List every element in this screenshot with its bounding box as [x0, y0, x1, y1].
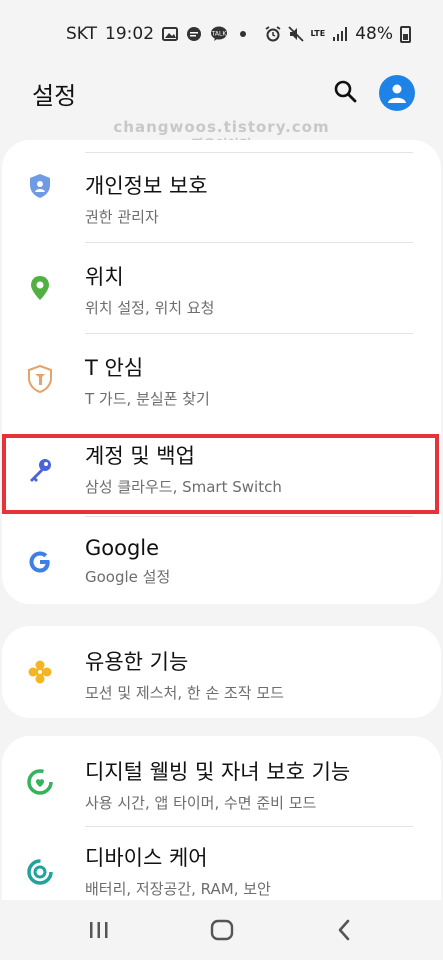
settings-item-accounts-backup[interactable]: 계정 및 백업 삼성 클라우드, Smart Switch	[2, 424, 441, 516]
google-icon	[26, 548, 54, 576]
more-notifications-icon	[240, 31, 247, 37]
divider	[85, 516, 413, 517]
item-label: 위치	[85, 265, 124, 289]
item-subtitle: 사용 시간, 앱 타이머, 수면 준비 모드	[85, 794, 317, 812]
settings-item-digital-wellbeing[interactable]: 디지털 웰빙 및 자녀 보호 기능 사용 시간, 앱 타이머, 수면 준비 모드	[2, 736, 441, 828]
t-guard-shield-icon	[26, 365, 54, 393]
item-label: Google	[85, 536, 160, 560]
privacy-shield-icon	[26, 172, 54, 200]
carrier-label: SKT	[66, 24, 98, 44]
recent-apps-button[interactable]	[88, 920, 110, 940]
device-care-icon	[26, 858, 54, 886]
svg-text:TALK: TALK	[211, 31, 228, 38]
gallery-notification-icon	[162, 26, 179, 42]
network-type-label: LTE	[310, 29, 326, 38]
back-button[interactable]	[336, 919, 352, 941]
mute-icon	[287, 26, 304, 42]
item-subtitle: Google 설정	[85, 568, 171, 586]
item-label: 계정 및 백업	[85, 444, 195, 468]
app-header: 설정	[0, 68, 443, 118]
battery-percent: 48%	[355, 24, 393, 44]
settings-item-t-safety[interactable]: T 안심 T 가드, 분실폰 찾기	[2, 333, 441, 425]
navigation-bar	[0, 900, 443, 960]
item-subtitle: 권한 관리자	[85, 208, 159, 226]
settings-item-advanced-features[interactable]: 유용한 기능 모션 및 제스처, 한 손 조작 모드	[2, 626, 441, 718]
item-label: 디바이스 케어	[85, 846, 208, 870]
signal-icon	[332, 26, 348, 42]
chat-notification-icon	[186, 26, 202, 42]
key-icon	[26, 456, 54, 484]
settings-item-privacy[interactable]: 개인정보 보호 권한 관리자	[2, 140, 441, 232]
location-pin-icon	[26, 274, 54, 302]
battery-icon	[400, 25, 411, 43]
puzzle-flower-icon	[26, 658, 54, 686]
settings-item-google[interactable]: Google Google 설정	[2, 516, 441, 604]
item-label: 디지털 웰빙 및 자녀 보호 기능	[85, 760, 351, 784]
home-button[interactable]	[210, 919, 234, 941]
settings-item-location[interactable]: 위치 위치 설정, 위치 요청	[2, 242, 441, 334]
item-label: 유용한 기능	[85, 650, 189, 674]
wellbeing-icon	[26, 768, 54, 796]
status-bar: SKT 19:02 TALK LTE 48%	[0, 0, 443, 68]
settings-group-1: 개인정보 보호 권한 관리자 위치 위치 설정, 위치 요청 T 안심 T 가드…	[2, 140, 441, 604]
item-subtitle: T 가드, 분실폰 찾기	[85, 390, 210, 408]
alarm-icon	[265, 26, 281, 42]
item-label: T 안심	[85, 356, 144, 380]
item-label: 개인정보 보호	[85, 174, 208, 198]
page-title: 설정	[32, 81, 77, 110]
account-avatar[interactable]	[379, 75, 415, 111]
clock: 19:02	[105, 24, 155, 44]
item-subtitle: 배터리, 저장공간, RAM, 보안	[85, 880, 271, 898]
watermark-url: changwoos.tistory.com	[113, 118, 330, 136]
talk-notification-icon: TALK	[210, 26, 228, 42]
item-subtitle: 위치 설정, 위치 요청	[85, 299, 215, 317]
item-subtitle: 모션 및 제스처, 한 손 조작 모드	[85, 684, 284, 702]
search-icon[interactable]	[333, 79, 357, 107]
item-subtitle: 삼성 클라우드, Smart Switch	[85, 478, 282, 496]
settings-group-2: 유용한 기능 모션 및 제스처, 한 손 조작 모드	[2, 626, 441, 718]
settings-group-3: 디지털 웰빙 및 자녀 보호 기능 사용 시간, 앱 타이머, 수면 준비 모드…	[2, 736, 441, 912]
